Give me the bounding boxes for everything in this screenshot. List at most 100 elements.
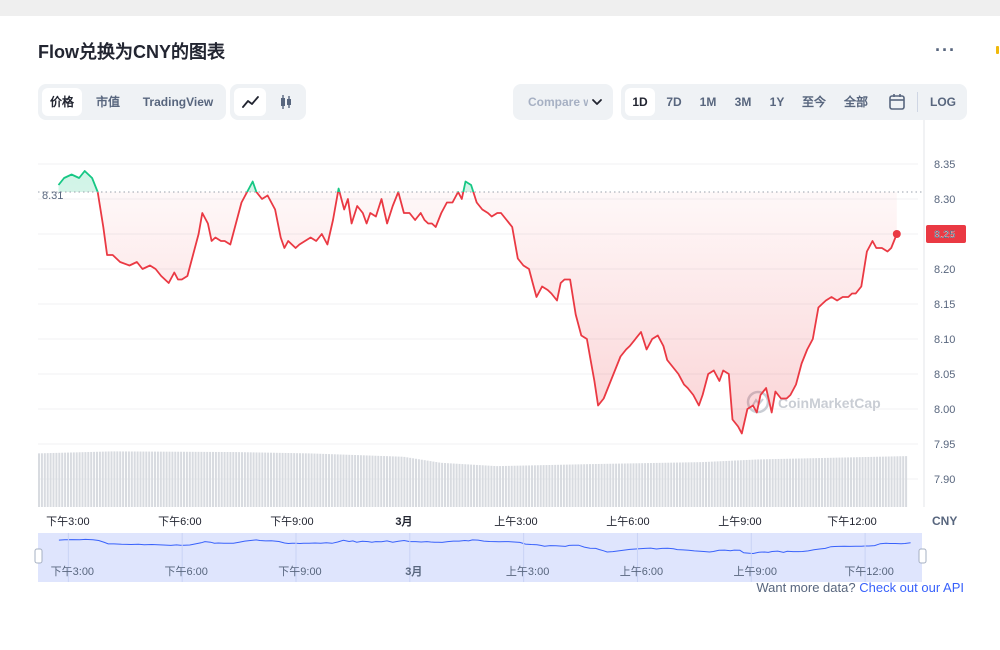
volume-bar	[371, 455, 374, 507]
volume-bar	[522, 465, 525, 507]
volume-bar	[333, 454, 336, 507]
volume-bar	[377, 455, 380, 507]
volume-bar	[623, 463, 626, 507]
volume-bar	[177, 451, 180, 507]
volume-bar	[467, 464, 470, 507]
volume-bar	[394, 456, 397, 507]
volume-bar	[296, 453, 299, 507]
volume-bar	[107, 451, 110, 507]
volume-bar	[841, 457, 844, 507]
volume-bar	[188, 451, 191, 507]
volume-bar	[551, 464, 554, 507]
volume-bar	[615, 463, 618, 507]
volume-bar	[609, 463, 612, 507]
api-link[interactable]: Check out our API	[859, 580, 964, 595]
volume-bar	[713, 461, 716, 507]
volume-bar	[417, 459, 420, 507]
volume-bar	[760, 459, 763, 507]
volume-bar	[626, 463, 629, 507]
volume-bar	[635, 463, 638, 507]
volume-bar	[87, 452, 90, 507]
volume-bar	[386, 456, 388, 507]
x-tick-label: 下午12:00	[827, 515, 877, 528]
volume-bar	[336, 454, 339, 507]
volume-bar	[664, 462, 667, 507]
volume-bar	[707, 461, 710, 507]
navigator-handle[interactable]	[34, 548, 43, 564]
volume-bar	[681, 462, 684, 507]
navigator-tick-label: 上午3:00	[506, 565, 549, 578]
volume-bar	[823, 457, 826, 507]
volume-bar	[78, 452, 81, 507]
volume-bar	[58, 452, 61, 507]
volume-bar	[429, 461, 432, 507]
volume-bar	[783, 458, 786, 507]
volume-bar	[444, 463, 446, 507]
volume-bar	[125, 451, 127, 507]
volume-bar	[722, 461, 725, 507]
volume-bar	[847, 457, 850, 507]
volume-bar	[612, 463, 615, 507]
volume-bar	[881, 456, 884, 507]
volume-bar	[209, 451, 212, 507]
x-tick-label: 下午6:00	[158, 515, 201, 528]
volume-bar	[214, 451, 217, 507]
volume-bar	[220, 451, 223, 507]
y-tick-label: 8.35	[934, 159, 955, 171]
volume-bar	[420, 459, 423, 507]
navigator-handle[interactable]	[918, 548, 927, 564]
volume-bar	[235, 452, 238, 507]
volume-bar	[229, 452, 232, 507]
volume-bar	[461, 464, 464, 507]
volume-bar	[574, 464, 577, 507]
volume-bar	[812, 458, 815, 507]
y-tick-label: 8.05	[934, 369, 955, 381]
volume-bar	[493, 465, 496, 507]
volume-bar	[139, 451, 142, 507]
volume-bar	[145, 451, 148, 507]
volume-bar	[571, 464, 574, 507]
volume-bar	[577, 464, 580, 507]
x-tick-label: 3月	[395, 515, 412, 528]
volume-bar	[206, 451, 209, 507]
volume-bar	[844, 457, 847, 507]
volume-bar	[345, 454, 348, 507]
volume-bar	[278, 452, 281, 507]
volume-bar	[519, 465, 522, 507]
volume-bar	[687, 462, 690, 507]
volume-bar	[40, 453, 43, 507]
volume-bar	[197, 451, 200, 507]
volume-bar	[151, 451, 154, 507]
volume-bar	[736, 460, 739, 507]
volume-bar	[159, 451, 162, 507]
volume-bar	[870, 456, 873, 507]
volume-bar	[354, 455, 357, 507]
x-tick-label: 上午6:00	[606, 515, 649, 528]
volume-bar	[655, 462, 658, 507]
volume-bar	[171, 451, 174, 507]
volume-bar	[768, 459, 771, 507]
volume-bar	[426, 460, 429, 507]
volume-bar	[591, 464, 594, 507]
volume-bar	[583, 464, 586, 507]
volume-bar	[464, 464, 467, 507]
navigator-tick-label: 3月	[405, 565, 422, 578]
volume-bar	[873, 456, 876, 507]
volume-bar	[890, 456, 893, 507]
volume-bar	[284, 452, 287, 507]
volume-bar	[676, 462, 678, 507]
volume-bar	[815, 458, 818, 507]
volume-bar	[185, 451, 188, 507]
volume-bar	[90, 451, 93, 507]
volume-bar	[690, 462, 693, 507]
volume-bar	[403, 456, 406, 507]
volume-bar	[728, 460, 731, 507]
volume-bar	[818, 458, 821, 507]
volume-bar	[792, 458, 794, 507]
volume-bar	[38, 453, 40, 507]
volume-bar	[855, 457, 858, 507]
volume-bar	[594, 464, 597, 507]
volume-bar	[771, 459, 774, 507]
volume-bar	[217, 451, 220, 507]
volume-bar	[406, 457, 409, 507]
